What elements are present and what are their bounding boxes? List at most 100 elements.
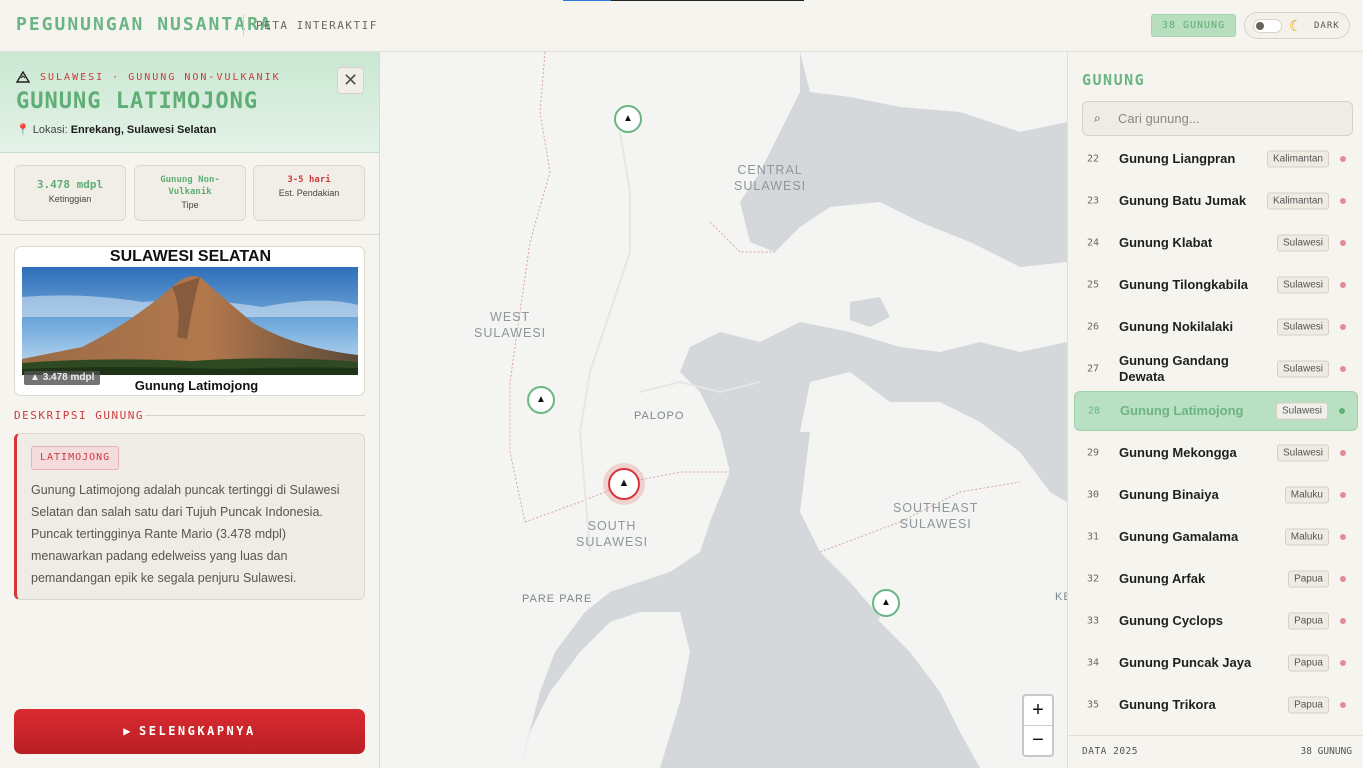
map-view[interactable]: CENTRAL SULAWESI WEST SULAWESI SOUTH SUL… — [380, 52, 1067, 768]
list-item-region-tag: Papua — [1288, 696, 1329, 714]
map-marker-active[interactable]: ▲ — [608, 468, 640, 500]
list-item[interactable]: 24 Gunung Klabat Sulawesi — [1074, 222, 1358, 264]
list-item[interactable]: 26 Gunung Nokilalaki Sulawesi — [1074, 306, 1358, 348]
more-details-button[interactable]: ▶ SELENGKAPNYA — [14, 709, 365, 754]
search-input[interactable] — [1118, 103, 1346, 134]
loading-progress — [563, 0, 804, 1]
list-item[interactable]: 33 Gunung Cyclops Papua — [1074, 600, 1358, 642]
search-box: ⌕ — [1082, 101, 1353, 136]
list-heading: GUNUNG — [1082, 71, 1146, 89]
status-dot — [1340, 198, 1346, 204]
list-item-number: 26 — [1087, 321, 1100, 333]
list-item-name: Gunung Latimojong — [1120, 403, 1244, 418]
footer-data-year: DATA 2025 — [1082, 746, 1138, 757]
list-item[interactable]: 30 Gunung Binaiya Maluku — [1074, 474, 1358, 516]
location-value: Enrekang, Sulawesi Selatan — [70, 124, 217, 136]
status-dot — [1340, 450, 1346, 456]
list-item[interactable]: 25 Gunung Tilongkabila Sulawesi — [1074, 264, 1358, 306]
mountain-icon — [16, 71, 30, 83]
panel-divider — [0, 234, 379, 235]
mountain-count-badge: 38 GUNUNG — [1151, 14, 1236, 37]
stat-duration-label: Est. Pendakian — [278, 188, 340, 198]
detail-panel: SULAWESI · GUNUNG NON-VULKANIK GUNUNG LA… — [0, 52, 380, 768]
list-item-number: 33 — [1087, 615, 1100, 627]
list-item-name: Gunung Arfak — [1119, 571, 1206, 586]
status-dot — [1340, 534, 1346, 540]
section-rule — [145, 415, 365, 416]
map-marker[interactable]: ▲ — [527, 386, 555, 414]
section-heading: DESKRIPSI GUNUNG — [14, 409, 144, 422]
list-item-active[interactable]: 28 Gunung Latimojong Sulawesi — [1074, 391, 1358, 431]
search-icon: ⌕ — [1094, 111, 1101, 125]
loading-progress-fill — [563, 0, 612, 1]
marker-mountain-icon: ▲ — [881, 597, 891, 608]
list-item-region-tag: Sulawesi — [1276, 234, 1329, 252]
stat-type-label: Tipe — [181, 200, 199, 210]
marker-mountain-icon: ▲ — [536, 394, 546, 405]
list-item-name: Gunung Cyclops — [1119, 613, 1223, 628]
status-dot — [1340, 492, 1346, 498]
status-dot — [1340, 324, 1346, 330]
map-label-west-text: WEST SULAWESI — [474, 310, 547, 340]
list-item-region-tag: Papua — [1288, 570, 1329, 588]
switch-knob — [1256, 22, 1264, 30]
list-item-name: Gunung Tilongkabila — [1119, 277, 1249, 292]
mountain-list[interactable]: 22 Gunung Liangpran Kalimantan 23 Gunung Bat… — [1068, 150, 1363, 734]
status-dot — [1340, 618, 1346, 624]
photo-region-title: SULAWESI SELATAN — [109, 248, 272, 265]
list-item-number: 27 — [1087, 363, 1100, 375]
list-item-name: Gunung Gamalama — [1119, 529, 1239, 544]
list-item-number: 30 — [1087, 489, 1100, 501]
list-item[interactable]: 34 Gunung Puncak Jaya Papua — [1074, 642, 1358, 684]
list-item-name: Gunung Trikora — [1119, 697, 1216, 712]
description-text: Gunung Latimojong adalah puncak tertingg… — [31, 483, 340, 585]
mountain-photo — [22, 267, 358, 375]
list-item[interactable]: 29 Gunung Mekongga Sulawesi — [1074, 432, 1358, 474]
map-label-southeast-sulawesi: SOUTHEAST SULAWESI — [893, 500, 978, 532]
list-item-number: 25 — [1087, 279, 1100, 291]
status-dot — [1339, 408, 1345, 414]
list-item-name: Gunung Puncak Jaya — [1119, 655, 1252, 670]
list-item[interactable]: 35 Gunung Trikora Papua — [1074, 684, 1358, 726]
map-label-edge: KE — [1055, 591, 1067, 603]
status-dot — [1340, 702, 1346, 708]
list-item[interactable]: 32 Gunung Arfak Papua — [1074, 558, 1358, 600]
detail-header: SULAWESI · GUNUNG NON-VULKANIK GUNUNG LA… — [0, 52, 379, 153]
list-item-number: 34 — [1087, 657, 1100, 669]
theme-toggle[interactable]: ☾ DARK — [1244, 12, 1350, 39]
list-item-region-tag: Kalimantan — [1266, 150, 1329, 168]
location-row: 📍 Lokasi: Enrekang, Sulawesi Selatan — [16, 123, 216, 136]
list-item-number: 22 — [1087, 153, 1100, 165]
list-item-number: 28 — [1088, 405, 1101, 417]
close-button[interactable]: ✕ — [337, 67, 364, 94]
stat-card-altitude: 3.478 mdpl Ketinggian — [14, 165, 126, 221]
map-marker[interactable]: ▲ — [614, 105, 642, 133]
list-item-name: Gunung Binaiya — [1119, 487, 1219, 502]
footer-count: 38 GUNUNG — [1300, 746, 1352, 757]
map-marker[interactable]: ▲ — [872, 589, 900, 617]
zoom-in-button[interactable]: + — [1024, 696, 1052, 725]
list-item-number: 29 — [1087, 447, 1100, 459]
list-item[interactable]: 31 Gunung Gamalama Maluku — [1074, 516, 1358, 558]
list-item-number: 35 — [1087, 699, 1100, 711]
status-dot — [1340, 156, 1346, 162]
moon-icon: ☾ — [1289, 18, 1303, 35]
list-item-name: Gunung Nokilalaki — [1119, 319, 1234, 334]
map-label-south-sulawesi: SOUTH SULAWESI — [576, 518, 648, 550]
play-icon: ▶ — [123, 724, 134, 738]
list-item-number: 24 — [1087, 237, 1100, 249]
theme-switch[interactable] — [1253, 19, 1282, 33]
list-item[interactable]: 23 Gunung Batu Jumak Kalimantan — [1074, 180, 1358, 222]
list-item-region-tag: Sulawesi — [1276, 360, 1329, 378]
description-tag: LATIMOJONG — [31, 446, 120, 470]
status-dot — [1340, 576, 1346, 582]
list-item[interactable]: 22 Gunung Liangpran Kalimantan — [1074, 150, 1358, 180]
mountain-list-panel: GUNUNG ⌕ 22 Gunung Liangpran Kalimantan 23 G… — [1067, 52, 1363, 768]
zoom-out-button[interactable]: − — [1024, 726, 1052, 755]
list-footer: DATA 2025 38 GUNUNG — [1068, 735, 1363, 768]
top-bar: PEGUNUNGAN NUSANTARA PETA INTERAKTIF 38 … — [0, 0, 1363, 52]
status-dot — [1340, 660, 1346, 666]
list-item[interactable]: 27 Gunung Gandang Dewata Sulawesi — [1074, 348, 1358, 390]
description-card: LATIMOJONG Gunung Latimojong adalah punc… — [14, 433, 365, 600]
map-label-palopo: PALOPO — [634, 410, 685, 422]
